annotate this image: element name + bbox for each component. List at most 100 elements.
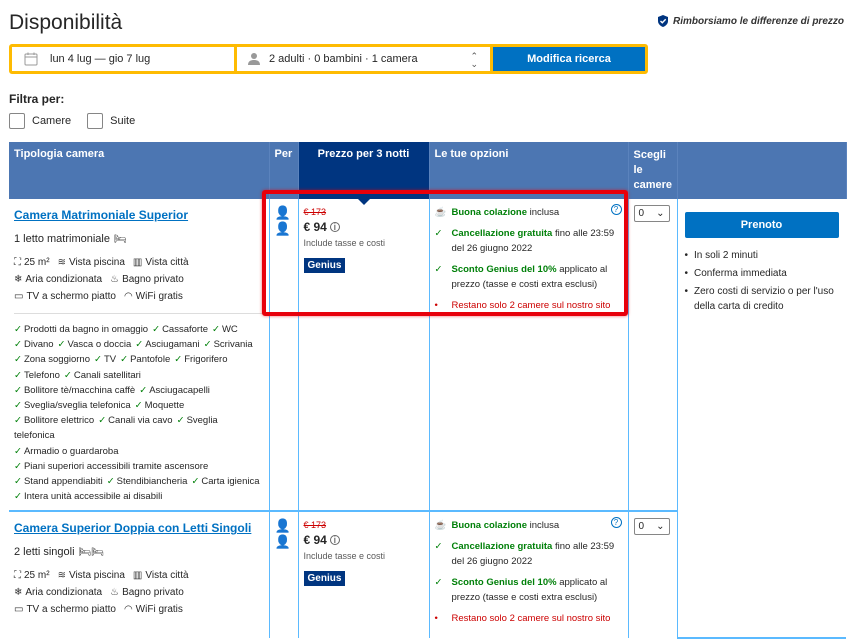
scarcity-text: Restano solo 2 camere sul nostro sito xyxy=(451,613,611,625)
price-value: € 94 xyxy=(303,533,327,548)
check-icon: ✓ xyxy=(120,354,129,366)
check-icon: ✓ xyxy=(94,354,102,366)
help-icon[interactable]: ? xyxy=(610,204,622,215)
book-button[interactable]: Prenoto xyxy=(684,212,839,238)
amenity-item: Asciugacapelli xyxy=(149,384,210,396)
modify-search-button[interactable]: Modifica ricerca xyxy=(493,47,645,71)
tv-icon: ▭ xyxy=(14,604,24,616)
check-icon: ✓ xyxy=(14,339,22,351)
amenity-line: ✓ Telefono ✓ Canali satellitari xyxy=(14,368,264,383)
amenity-item: Canali satellitari xyxy=(73,369,141,381)
amenity-item: Stendibiancheria xyxy=(116,476,188,488)
feature-city: ▥ Vista città xyxy=(133,257,189,269)
header-price[interactable]: Prezzo per 3 notti xyxy=(298,142,430,205)
feature-pool: ≋ Vista piscina xyxy=(58,570,125,582)
check-icon: ✓ xyxy=(434,541,443,553)
feature-ac: ❄ Aria condizionata xyxy=(14,274,102,286)
amenity-item: Telefono xyxy=(23,369,60,381)
benefit-text: In soli 2 minuti xyxy=(694,250,758,261)
check-icon: ✓ xyxy=(212,324,220,335)
check-icon: ✓ xyxy=(152,324,161,335)
cancellation-option: ✓ Cancellazione gratuita fino alle 23:59 … xyxy=(435,226,623,256)
amenity-item: Sveglia/sveglia telefonica xyxy=(23,400,131,412)
room-info: Camera Superior Doppia con Letti Singoli… xyxy=(9,511,270,639)
check-icon: ✓ xyxy=(434,264,443,275)
amenity-item: Frigorifero xyxy=(184,354,228,366)
help-icon[interactable]: ? xyxy=(610,517,622,529)
amenity-item: Divano xyxy=(23,339,54,351)
breakfast-label: Buona colazione xyxy=(451,207,527,218)
amenity-item: Pantofole xyxy=(130,354,171,366)
check-icon: ✓ xyxy=(135,339,144,351)
amenity-item: Piani superiori accessibili tramite asce… xyxy=(23,460,209,472)
amenity-item: Stand appendiabiti xyxy=(23,476,103,488)
amenity-item: Prodotti da bagno in omaggio xyxy=(23,324,149,335)
original-price: € 173 xyxy=(303,520,327,531)
cancellation-option: ✓ Cancellazione gratuita fino alle 23:59 … xyxy=(435,539,623,569)
amenity-line: ✓ Divano ✓ Vasca o doccia ✓ Asciugamani ✓ Scriv… xyxy=(14,337,264,352)
check-icon: ✓ xyxy=(106,476,115,488)
feature-bath: ♨ Bagno privato xyxy=(110,274,184,286)
pool-icon: ≋ xyxy=(57,257,66,268)
bullet-icon: • xyxy=(684,250,689,261)
guests-summary: 2 adulti · 0 bambini · 1 camera xyxy=(269,53,418,65)
checkbox-box[interactable] xyxy=(87,113,104,129)
cancel-label: Cancellazione gratuita xyxy=(451,541,553,553)
amenity-line: ✓ Bollitore elettrico ✓ Canali via cavo ✓ Sve… xyxy=(14,413,264,443)
amenity-line: ✓ Stand appendiabiti ✓ Stendibiancheria ✓ Car… xyxy=(14,474,264,489)
taxes-note: Include tasse e costi xyxy=(303,551,386,562)
options-cell: ? ☕ Buona colazione inclusa ✓ Cancellazion… xyxy=(429,199,629,513)
amenity-line: ✓ Sveglia/sveglia telefonica ✓ Moquette xyxy=(14,398,264,413)
info-icon[interactable]: i xyxy=(329,222,340,232)
check-icon: ✓ xyxy=(14,476,22,488)
bullet-icon: • xyxy=(684,268,689,279)
feature-tv: ▭ TV a schermo piatto xyxy=(14,291,116,303)
shield-check-icon xyxy=(658,15,669,27)
price-cell: € 173 € 94 i Include tasse e costi Genius xyxy=(298,199,430,513)
check-icon: ✓ xyxy=(14,324,22,335)
check-icon: ✓ xyxy=(14,354,22,366)
benefit-item: • In soli 2 minuti xyxy=(685,248,842,263)
breakfast-option: ☕ Buona colazione inclusa xyxy=(435,205,623,220)
wifi-icon: ◠ xyxy=(123,604,133,616)
two-persons-icon: 👤👤 xyxy=(274,205,291,236)
room-quantity-select[interactable]: 0 ⌄ xyxy=(633,518,670,536)
info-icon[interactable]: i xyxy=(329,535,340,546)
person-icon xyxy=(248,53,260,65)
guests-selector[interactable]: 2 adulti · 0 bambini · 1 camera ⌃ ⌄ xyxy=(237,47,490,71)
bed-text: 2 letti singoli xyxy=(14,546,75,559)
calendar-icon xyxy=(24,52,38,66)
bed-text: 1 letto matrimoniale xyxy=(14,233,110,245)
feature-size: ⛶ 25 m² xyxy=(14,570,50,582)
scarcity-note: • Restano solo 2 camere sul nostro sito xyxy=(435,298,623,313)
chevron-down-icon: ⌄ xyxy=(656,521,665,533)
check-icon: ✓ xyxy=(176,415,185,427)
amenity-item: Armadio o guardaroba xyxy=(23,445,119,457)
feature-ac: ❄ Aria condizionata xyxy=(14,587,102,599)
filter-rooms-checkbox[interactable]: Camere xyxy=(9,113,71,129)
breakfast-suffix: inclusa xyxy=(529,207,560,218)
amenities-list: ✓ Prodotti da bagno in omaggio ✓ Cassaforte… xyxy=(14,313,264,504)
options-cell: ? ☕ Buona colazione inclusa ✓ Cancellazion… xyxy=(429,511,629,639)
room-quantity-select[interactable]: 0 ⌄ xyxy=(633,205,670,222)
feature-tv: ▭ TV a schermo piatto xyxy=(14,604,116,616)
search-bar: lun 4 lug — gio 7 lug 2 adulti · 0 bambi… xyxy=(9,44,648,74)
feature-wifi: ◠ WiFi gratis xyxy=(124,291,183,303)
filter-suites-checkbox[interactable]: Suite xyxy=(87,113,135,129)
date-picker[interactable]: lun 4 lug — gio 7 lug xyxy=(12,47,234,71)
amenity-item: WC xyxy=(221,324,238,335)
amenity-item: Zona soggiorno xyxy=(23,354,90,366)
feature-city-text: Vista città xyxy=(145,257,189,268)
price-match-link[interactable]: Rimborsiamo le differenze di prezzo xyxy=(657,15,844,27)
date-range: lun 4 lug — gio 7 lug xyxy=(50,53,151,65)
size-icon: ⛶ xyxy=(14,570,21,582)
amenity-line: ✓ Intera unità accessibile ai disabili xyxy=(14,489,264,504)
pool-icon: ≋ xyxy=(57,570,66,582)
room-name-link[interactable]: Camera Matrimoniale Superior xyxy=(14,207,264,223)
checkbox-box[interactable] xyxy=(9,113,25,129)
booking-cell: Prenoto • In soli 2 minuti • Conferma imme… xyxy=(677,199,846,639)
header-room-type: Tipologia camera xyxy=(9,142,270,199)
city-icon: ▥ xyxy=(132,257,143,268)
discount-option: ✓ Sconto Genius del 10% applicato al prez… xyxy=(435,262,623,292)
room-name-link[interactable]: Camera Superior Doppia con Letti Singoli xyxy=(14,520,264,536)
